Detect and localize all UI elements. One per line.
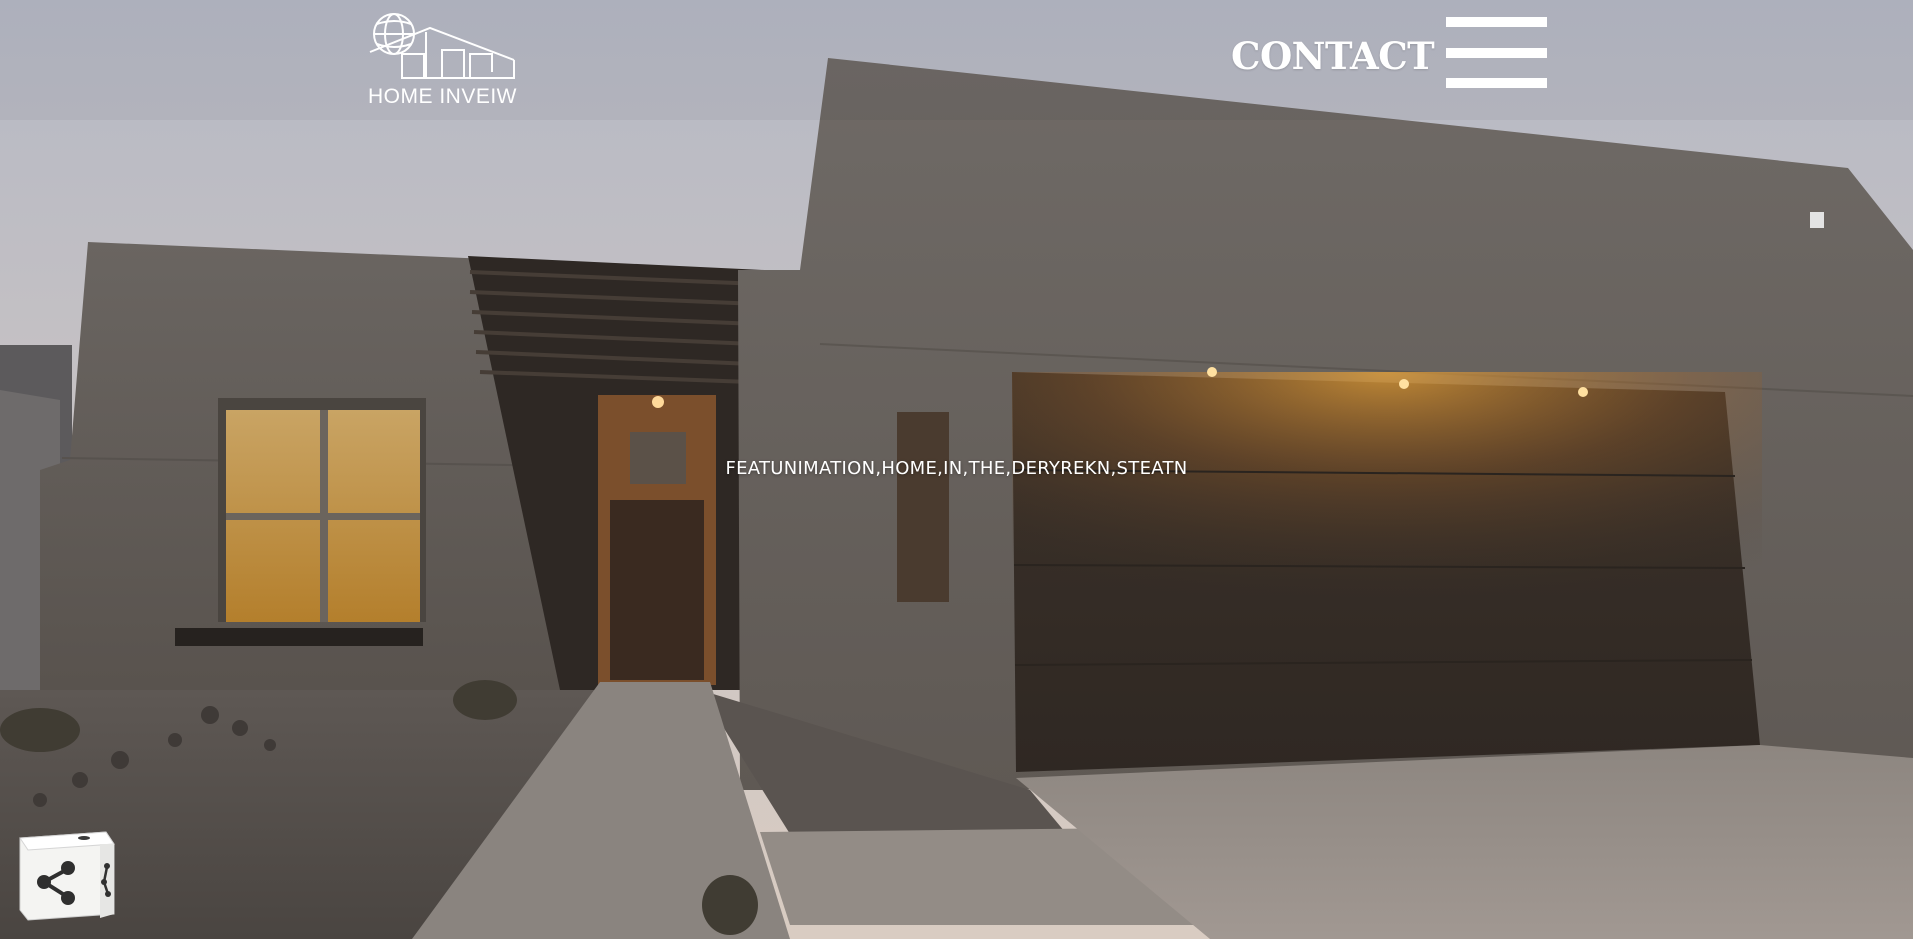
- menu-bar-bottom: [1446, 78, 1547, 88]
- brand-logo[interactable]: HOME INVEIW: [366, 8, 517, 108]
- share-button[interactable]: [14, 822, 118, 922]
- hero-caption: FEATUNIMATION,HOME,IN,THE,DERYREKN,STEAT…: [725, 458, 1188, 479]
- hamburger-menu-icon[interactable]: [1446, 15, 1547, 89]
- logo-wordmark: HOME INVEIW: [368, 85, 518, 108]
- house-globe-logo-icon: [369, 13, 515, 79]
- contact-link[interactable]: CONTACT: [1231, 34, 1435, 78]
- menu-bar-middle: [1446, 48, 1547, 58]
- share-icon: [19, 831, 115, 921]
- menu-bar-top: [1446, 17, 1547, 27]
